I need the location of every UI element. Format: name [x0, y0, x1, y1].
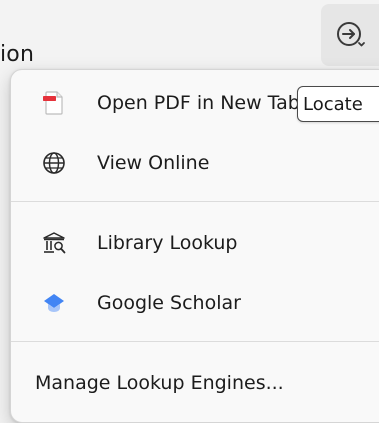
menu-item-library-lookup[interactable]: Library Lookup [11, 213, 379, 273]
menu-item-label: Manage Lookup Engines... [35, 372, 284, 394]
header-partial-title: ion [0, 42, 35, 67]
locate-tooltip: Locate [297, 86, 379, 122]
menu-item-label: Open PDF in New Tab [97, 92, 300, 114]
globe-icon [42, 151, 66, 175]
locate-arrow-icon [333, 18, 367, 52]
locate-button[interactable] [321, 4, 379, 66]
menu-item-label: View Online [97, 152, 210, 174]
menu-divider [11, 341, 379, 342]
library-building-icon [42, 231, 66, 255]
menu-item-manage-lookup-engines[interactable]: Manage Lookup Engines... [11, 353, 379, 413]
pdf-document-icon [42, 91, 66, 115]
menu-item-view-online[interactable]: View Online [11, 133, 379, 193]
menu-item-google-scholar[interactable]: Google Scholar [11, 273, 379, 333]
menu-divider [11, 201, 379, 202]
menu-item-label: Google Scholar [97, 292, 241, 314]
google-scholar-icon [42, 291, 66, 315]
menu-item-label: Library Lookup [97, 232, 238, 254]
